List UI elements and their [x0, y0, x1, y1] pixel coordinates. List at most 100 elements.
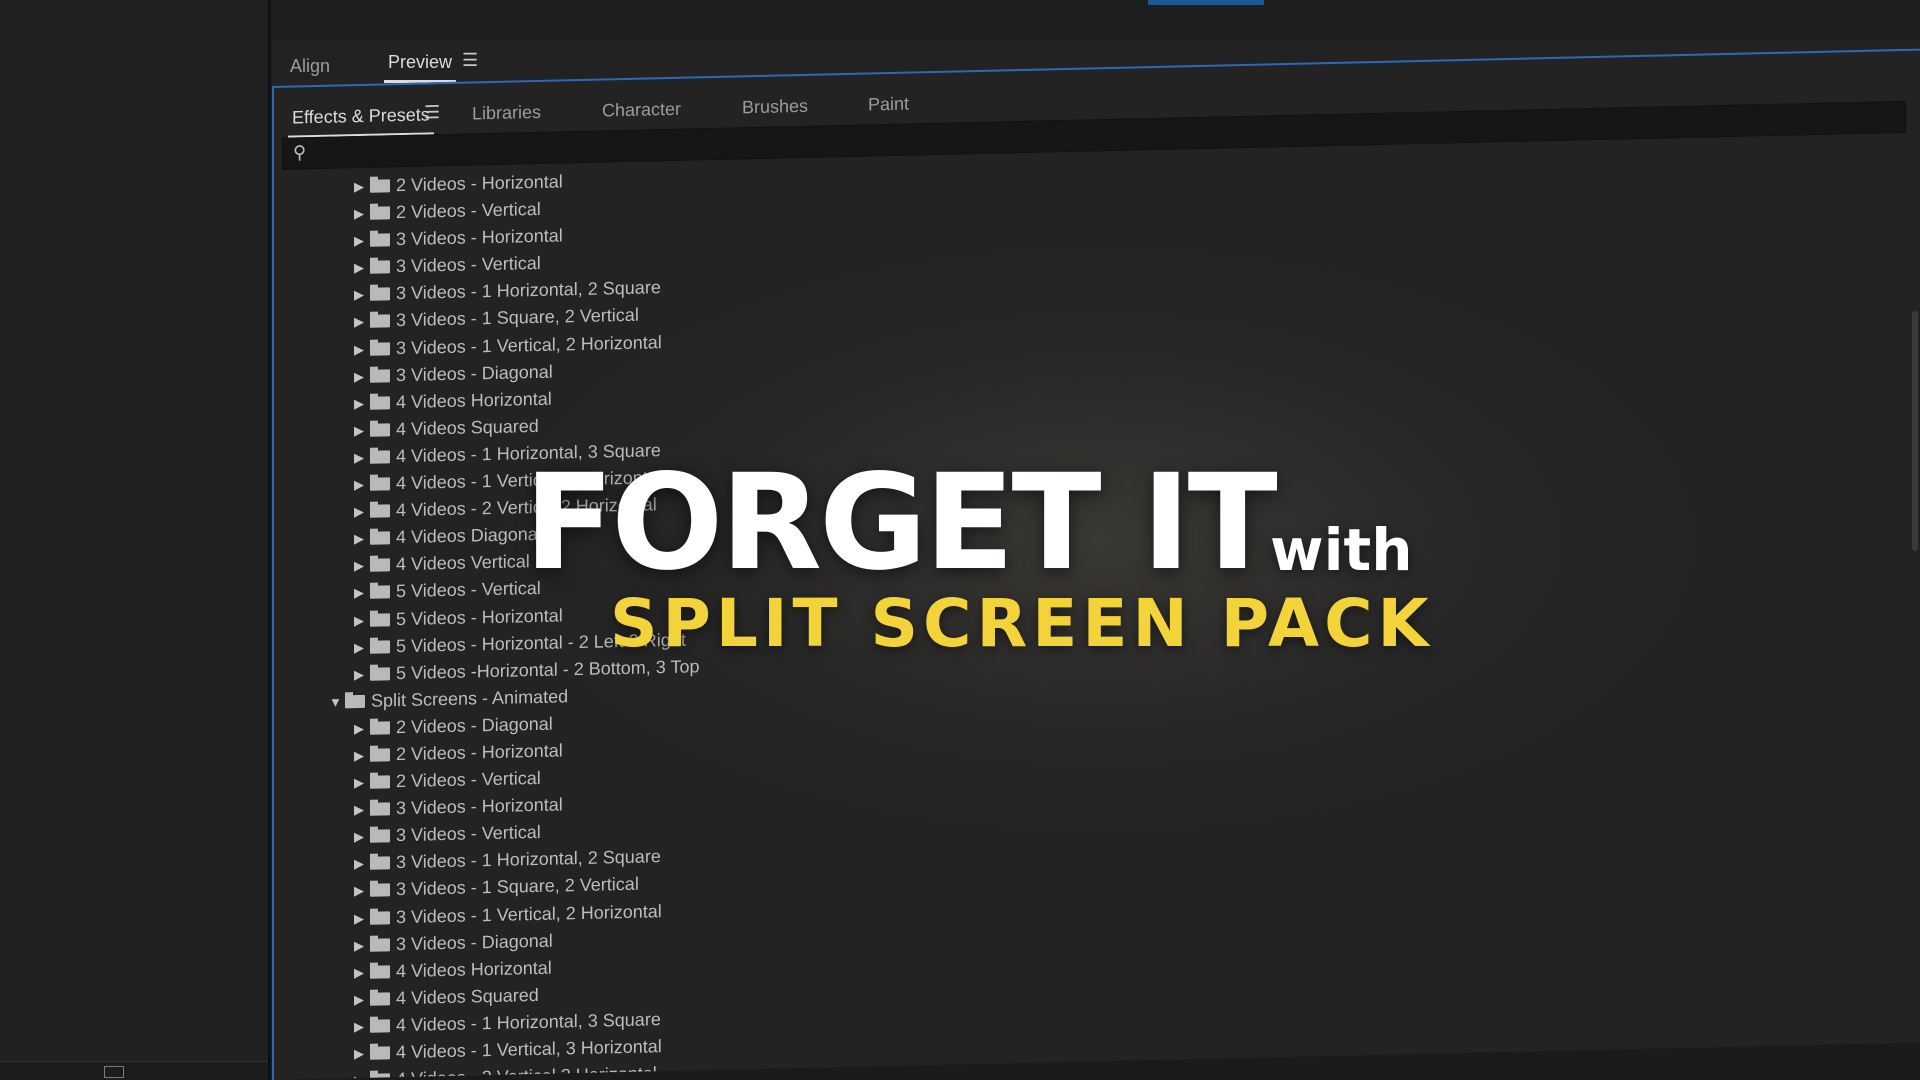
expand-arrow-right-icon[interactable]: ▶	[354, 992, 364, 1008]
tab-effects-presets[interactable]: Effects & Presets	[288, 104, 434, 139]
hamburger-menu-icon[interactable]: ☰	[424, 102, 440, 123]
folder-icon	[370, 1046, 390, 1060]
tab-paint[interactable]: Paint	[868, 94, 909, 116]
scrollbar[interactable]	[1912, 310, 1918, 551]
tab-brushes[interactable]: Brushes	[742, 96, 808, 118]
folder-icon	[370, 965, 390, 979]
expand-arrow-right-icon[interactable]: ▶	[354, 558, 364, 574]
expand-arrow-right-icon[interactable]: ▶	[354, 721, 364, 737]
tree-item-label: 2 Videos - Vertical	[396, 198, 541, 223]
folder-icon	[370, 450, 390, 464]
folder-icon	[370, 992, 390, 1006]
folder-icon	[370, 585, 390, 600]
folder-icon	[370, 206, 390, 220]
expand-arrow-right-icon[interactable]: ▶	[354, 910, 364, 926]
expand-arrow-right-icon[interactable]: ▶	[354, 260, 364, 276]
expand-arrow-right-icon[interactable]: ▶	[354, 585, 364, 601]
folder-icon	[370, 179, 390, 193]
tree-item-label: 4 Videos - 2 Vertical 2 Horizontal	[396, 1063, 657, 1080]
folder-outline-icon[interactable]	[104, 1066, 124, 1078]
folder-icon	[370, 423, 390, 437]
tree-item-label: 4 Videos Horizontal	[396, 388, 552, 412]
folder-icon	[370, 368, 390, 383]
tab-preview-label: Preview	[388, 52, 453, 72]
left-panel-footer	[0, 1061, 268, 1080]
expand-arrow-right-icon[interactable]: ▶	[354, 179, 364, 195]
expand-arrow-right-icon[interactable]: ▶	[354, 287, 364, 303]
folder-icon	[370, 1019, 390, 1033]
expand-arrow-right-icon[interactable]: ▶	[354, 1073, 364, 1080]
tree-item-label: 5 Videos - Horizontal	[396, 604, 563, 629]
tree-item-label: 2 Videos - Horizontal	[396, 171, 563, 196]
tree-item-label: 3 Videos - 1 Horizontal, 2 Square	[396, 846, 661, 873]
tab-preview[interactable]: Preview	[384, 52, 457, 83]
overlay-headline: FORGET IT	[524, 446, 1278, 600]
expand-arrow-right-icon[interactable]: ▶	[354, 748, 364, 764]
tree-item-label: Split Screens - Animated	[371, 686, 569, 711]
expand-arrow-right-icon[interactable]: ▶	[354, 477, 364, 493]
tree-item-label: 3 Videos - Vertical	[396, 253, 541, 277]
folder-icon	[370, 829, 390, 844]
tree-item-label: 4 Videos Squared	[396, 984, 539, 1008]
tree-item-label: 4 Videos Diagonal	[396, 524, 542, 548]
expand-arrow-right-icon[interactable]: ▶	[354, 1046, 364, 1062]
tree-item-label: 3 Videos - 1 Square, 2 Vertical	[396, 874, 639, 900]
tree-item-label: 4 Videos Vertical	[396, 551, 530, 575]
tree-item-label: 3 Videos - 1 Horizontal, 2 Square	[396, 277, 661, 304]
folder-icon	[370, 504, 390, 518]
tree-item-label: 3 Videos - 1 Square, 2 Vertical	[396, 305, 639, 331]
tree-item-label: 3 Videos - Horizontal	[396, 794, 563, 819]
tree-item-label: 3 Videos - Vertical	[396, 822, 541, 846]
tree-item-label: 4 Videos Squared	[396, 415, 539, 440]
folder-icon	[370, 287, 390, 302]
expand-arrow-right-icon[interactable]: ▶	[354, 341, 364, 357]
expand-arrow-right-icon[interactable]: ▶	[354, 938, 364, 954]
folder-icon	[370, 612, 390, 627]
expand-arrow-right-icon[interactable]: ▶	[354, 802, 364, 818]
tab-character[interactable]: Character	[602, 99, 681, 122]
expand-arrow-right-icon[interactable]: ▶	[354, 369, 364, 385]
folder-icon	[370, 775, 390, 789]
expand-arrow-right-icon[interactable]: ▶	[354, 531, 364, 547]
folder-icon	[370, 1073, 390, 1080]
expand-arrow-right-icon[interactable]: ▶	[354, 450, 364, 466]
tree-item-label: 3 Videos - Diagonal	[396, 930, 553, 954]
expand-arrow-right-icon[interactable]: ▶	[354, 423, 364, 439]
tree-item-label: 4 Videos Horizontal	[396, 957, 552, 981]
tree-item-label: 4 Videos - 1 Vertical, 3 Horizontal	[396, 1036, 662, 1063]
expand-arrow-right-icon[interactable]: ▶	[354, 396, 364, 412]
folder-icon	[370, 748, 390, 762]
expand-arrow-right-icon[interactable]: ▶	[354, 314, 364, 330]
search-icon: ⚲	[293, 142, 307, 163]
expand-arrow-right-icon[interactable]: ▶	[354, 667, 364, 683]
folder-icon	[370, 802, 390, 816]
expand-arrow-right-icon[interactable]: ▶	[354, 640, 364, 656]
tab-align[interactable]: Align	[290, 56, 330, 77]
expand-arrow-right-icon[interactable]: ▶	[354, 504, 364, 520]
tree-item-label: 3 Videos - 1 Vertical, 2 Horizontal	[396, 900, 662, 927]
expand-arrow-right-icon[interactable]: ▶	[354, 206, 364, 222]
expand-arrow-right-icon[interactable]: ▶	[354, 829, 364, 845]
folder-icon	[370, 477, 390, 491]
folder-icon	[370, 531, 390, 545]
hamburger-menu-icon[interactable]: ☰	[462, 50, 478, 71]
folder-icon	[370, 558, 390, 573]
folder-icon	[370, 260, 390, 275]
active-indicator	[1148, 0, 1264, 5]
folder-icon	[370, 233, 390, 247]
expand-arrow-right-icon[interactable]: ▶	[354, 233, 364, 249]
expand-arrow-right-icon[interactable]: ▶	[354, 965, 364, 981]
folder-icon	[370, 639, 390, 654]
expand-arrow-down-icon[interactable]: ▼	[329, 694, 342, 709]
tree-item-label: 2 Videos - Vertical	[396, 767, 541, 792]
folder-icon	[370, 883, 390, 898]
expand-arrow-right-icon[interactable]: ▶	[354, 856, 364, 872]
tab-libraries[interactable]: Libraries	[472, 102, 541, 125]
expand-arrow-right-icon[interactable]: ▶	[354, 612, 364, 628]
top-toolbar-strip	[272, 0, 1920, 41]
overlay-subhead: SPLIT SCREEN PACK	[610, 585, 1434, 662]
expand-arrow-right-icon[interactable]: ▶	[354, 883, 364, 899]
expand-arrow-right-icon[interactable]: ▶	[354, 1019, 364, 1035]
overlay-with: with	[1270, 516, 1413, 584]
expand-arrow-right-icon[interactable]: ▶	[354, 775, 364, 791]
